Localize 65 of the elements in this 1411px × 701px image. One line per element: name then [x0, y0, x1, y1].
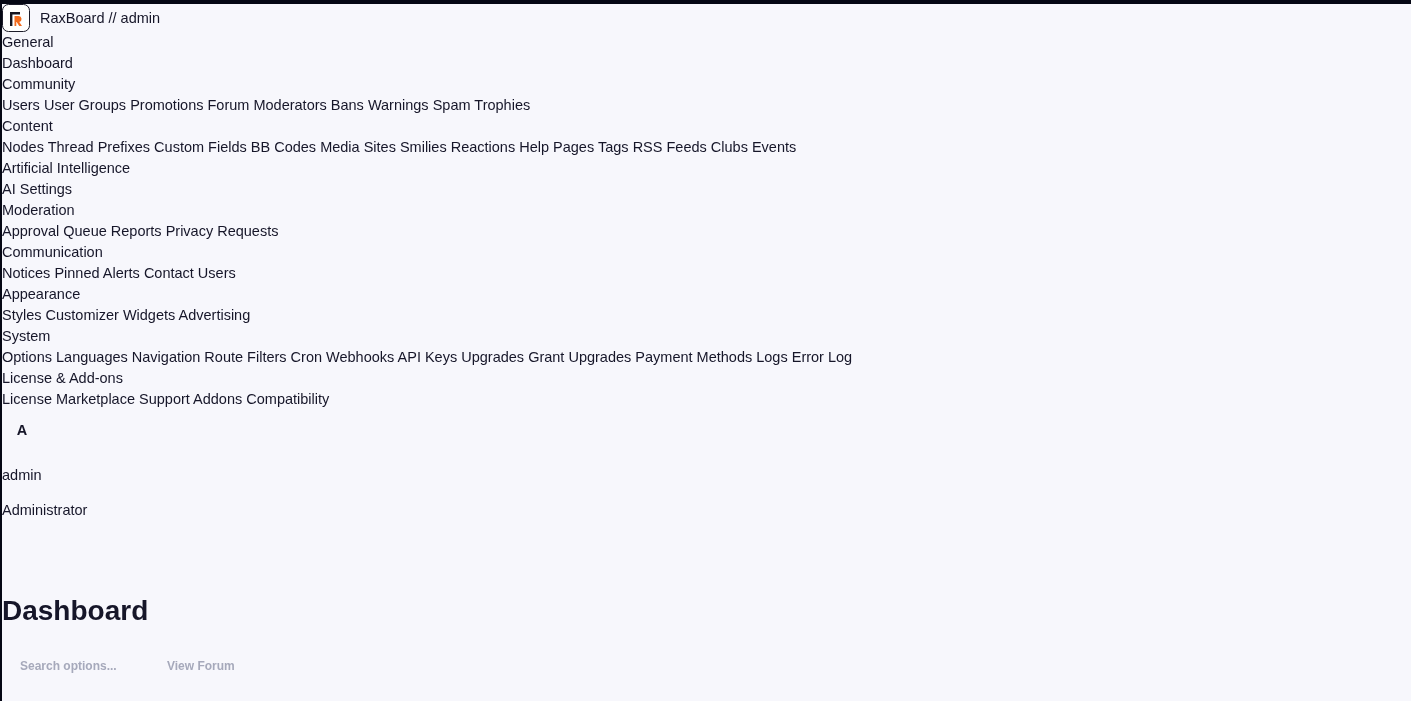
nav-link[interactable]: Grant Upgrades — [528, 349, 632, 365]
nav-link[interactable]: User Groups — [43, 97, 127, 113]
nav-link[interactable]: Spam — [432, 97, 471, 113]
nav-link[interactable]: License — [2, 391, 52, 407]
nav-link[interactable]: Contact Users — [143, 265, 236, 281]
nav-link[interactable]: Pinned Alerts — [54, 265, 140, 281]
nav-link[interactable]: Widgets — [122, 307, 176, 323]
nav-link[interactable]: API Keys — [397, 349, 458, 365]
nav-link[interactable]: BB Codes — [250, 139, 317, 155]
nav-link[interactable]: Languages — [56, 349, 128, 365]
nav-link[interactable]: Customizer — [45, 307, 119, 323]
nav-link[interactable]: Users — [2, 97, 40, 113]
app-title: RaxBoard // admin — [40, 8, 161, 28]
nav-link[interactable]: Reactions — [450, 139, 516, 155]
nav-section-heading: Communication — [2, 243, 104, 262]
nav-link[interactable]: Events — [751, 139, 797, 155]
user-role: Administrator — [2, 501, 89, 520]
nav-link[interactable]: Error Log — [791, 349, 853, 365]
nav-link[interactable]: Compatibility — [246, 391, 330, 407]
nav-link[interactable]: Addons — [193, 391, 243, 407]
nav-link[interactable]: Notices — [2, 265, 51, 281]
nav-link[interactable]: Media Sites — [320, 139, 396, 155]
nav-link[interactable]: Logs — [756, 349, 788, 365]
nav-section-heading: Appearance — [2, 285, 82, 304]
nav-section-heading: Moderation — [2, 201, 76, 220]
search-field[interactable]: Search options... — [2, 651, 149, 681]
nav-section-heading: Artificial Intelligence — [2, 159, 132, 178]
nav-link[interactable]: Dashboard — [2, 55, 73, 71]
nav-section-heading: System — [2, 327, 52, 346]
nav-link[interactable]: Styles — [2, 307, 42, 323]
nav-link[interactable]: Marketplace — [56, 391, 135, 407]
nav-link[interactable]: Promotions — [130, 97, 204, 113]
nav-link[interactable]: Approval Queue — [2, 223, 107, 239]
nav-link[interactable]: Trophies — [474, 97, 531, 113]
nav-link[interactable]: Help Pages — [519, 139, 595, 155]
nav-link[interactable]: Navigation — [131, 349, 201, 365]
nav-link[interactable]: Tags — [597, 139, 629, 155]
user-name: admin — [2, 466, 43, 485]
nav-link[interactable]: Clubs — [710, 139, 748, 155]
nav-link[interactable]: Nodes — [2, 139, 44, 155]
nav-link[interactable]: RSS Feeds — [632, 139, 707, 155]
nav-link[interactable]: Reports — [110, 223, 162, 239]
page-title: Dashboard — [2, 594, 150, 628]
nav-link[interactable]: Route Filters — [204, 349, 287, 365]
nav-section-heading: Content — [2, 117, 54, 136]
nav-link[interactable]: Warnings — [367, 97, 429, 113]
nav-link[interactable]: Privacy Requests — [165, 223, 279, 239]
nav-link[interactable]: Advertising — [178, 307, 251, 323]
nav-link[interactable]: Payment Methods — [635, 349, 753, 365]
logo-icon[interactable] — [2, 4, 30, 32]
nav-link[interactable]: Cron — [290, 349, 323, 365]
nav-link[interactable]: Forum Moderators — [207, 97, 327, 113]
nav-link[interactable]: Smilies — [399, 139, 447, 155]
nav-section-heading: Community — [2, 75, 77, 94]
nav-link[interactable]: Bans — [330, 97, 364, 113]
nav-section-heading: General — [2, 33, 55, 52]
nav-link[interactable]: Support — [139, 391, 190, 407]
nav-link[interactable]: Thread Prefixes — [47, 139, 151, 155]
nav-link[interactable]: Upgrades — [461, 349, 525, 365]
nav-link[interactable]: Options — [2, 349, 52, 365]
nav-section-heading: License & Add-ons — [2, 369, 124, 388]
nav-link[interactable]: AI Settings — [2, 181, 73, 197]
nav-link[interactable]: Webhooks — [326, 349, 395, 365]
nav-link[interactable]: Custom Fields — [154, 139, 247, 155]
avatar-letter: A — [15, 421, 29, 440]
